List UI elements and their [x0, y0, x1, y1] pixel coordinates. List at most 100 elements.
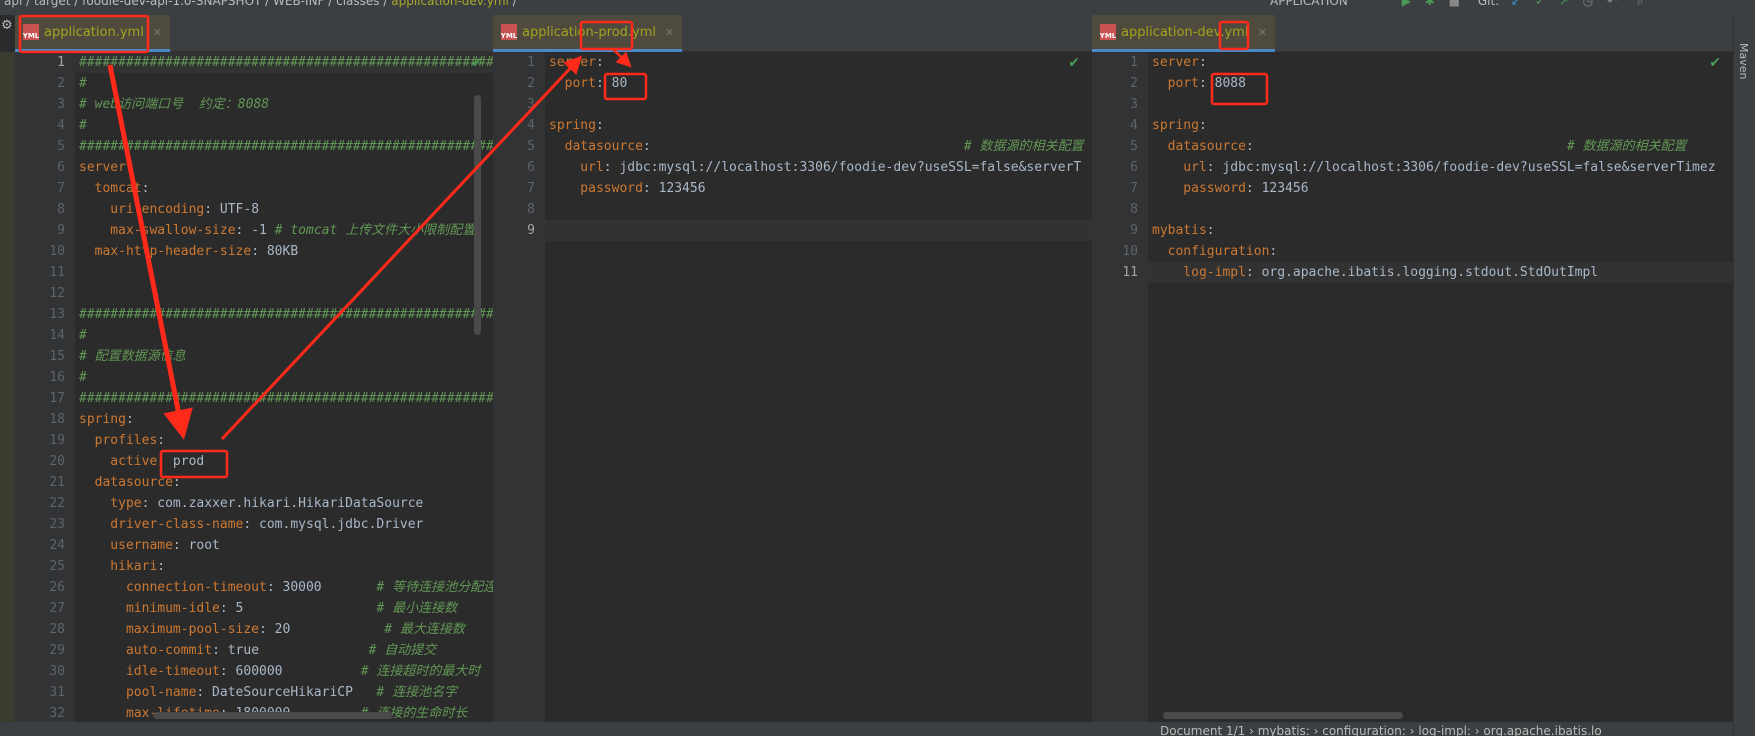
code-token: # 连接超时的最大时 — [360, 664, 481, 679]
code-token: tomcat — [79, 181, 142, 196]
code-token: : 600000 — [219, 664, 361, 679]
no-problems-check-icon[interactable]: ✔ — [471, 55, 483, 71]
rollback-icon[interactable]: ↶ — [1607, 0, 1617, 8]
close-tab-icon[interactable]: ✕ — [665, 26, 674, 39]
code-line: datasource: — [75, 472, 493, 493]
line-number: 7 — [1130, 181, 1138, 196]
right-tool-bar: Maven — [1733, 15, 1755, 736]
line-number-gutter: 1 2 3 4 5 6 7 8 9 10 11 — [1092, 52, 1148, 722]
code-line: log-impl: org.apache.ibatis.logging.stdo… — [1148, 262, 1733, 283]
run-icon[interactable]: ▶ — [1402, 0, 1411, 8]
breadcrumb-item[interactable]: target — [34, 0, 71, 8]
code-token: : 8088 — [1198, 76, 1246, 91]
breadcrumb-file[interactable]: application-dev.yml — [391, 0, 509, 8]
code-token: # — [79, 118, 87, 133]
breadcrumb-item[interactable]: foodie-dev-api-1.0-SNAPSHOT — [82, 0, 261, 8]
tab-label: application.yml — [44, 24, 144, 40]
code-token: max-http-header-size — [79, 244, 252, 259]
code-token: : prod — [157, 454, 205, 469]
line-number: 16 — [49, 370, 65, 385]
breadcrumb: api / target / foodie-dev-api-1.0-SNAPSH… — [4, 0, 517, 7]
project-panel-strip[interactable] — [0, 52, 15, 722]
line-number: 10 — [49, 244, 65, 259]
maven-tool-button[interactable]: Maven — [1737, 43, 1750, 79]
line-number: 23 — [49, 517, 65, 532]
line-number: 28 — [49, 622, 65, 637]
line-number: 21 — [49, 475, 65, 490]
line-number: 4 — [527, 118, 535, 133]
code-token: # 数据源的相关配置 — [1566, 139, 1687, 154]
no-problems-check-icon[interactable]: ✔ — [1068, 55, 1080, 71]
horizontal-scrollbar[interactable] — [152, 712, 393, 719]
vertical-scrollbar[interactable] — [474, 95, 481, 335]
gear-icon[interactable]: ⚙ — [1, 18, 13, 33]
code-token: # — [79, 76, 87, 91]
code-token: # 自动提交 — [368, 643, 437, 658]
code-token: spring — [1152, 118, 1199, 133]
close-tab-icon[interactable]: ✕ — [1257, 26, 1266, 39]
update-icon[interactable]: ↙ — [1511, 0, 1521, 8]
commit-icon[interactable]: ✓ — [1535, 0, 1545, 8]
code-token: : 80KB — [251, 244, 299, 259]
code-line: maximum-pool-size: 20 # 最大连接数 — [75, 619, 493, 640]
code-token: max-swallow-size — [79, 223, 236, 238]
breadcrumb-item[interactable]: WEB-INF — [273, 0, 324, 8]
run-config-select[interactable]: APPLICATION — [1270, 0, 1348, 8]
code-token: : — [595, 55, 604, 70]
code-line: profiles: — [75, 430, 493, 451]
line-number: 22 — [49, 496, 65, 511]
debug-icon[interactable]: ✱ — [1425, 0, 1435, 8]
code-line: max-swallow-size: -1 # tomcat 上传文件大小限制配置 — [75, 220, 493, 241]
code-line — [545, 220, 1092, 241]
push-icon[interactable]: ↗ — [1559, 0, 1569, 8]
code-token: : DateSourceHikariCP — [196, 685, 377, 700]
no-problems-check-icon[interactable]: ✔ — [1709, 55, 1721, 71]
code-editor[interactable]: server: port: 80 spring: datasource: # 数据… — [545, 52, 1092, 722]
code-token: : — [157, 433, 166, 448]
code-token: port — [1152, 76, 1199, 91]
breadcrumb-item[interactable]: classes — [336, 0, 379, 8]
code-token: : — [1206, 223, 1215, 238]
line-number: 11 — [49, 265, 65, 280]
horizontal-scrollbar[interactable] — [1163, 712, 1403, 719]
editor-tab[interactable]: YML application.yml ✕ — [15, 15, 171, 52]
code-token: hikari — [79, 559, 158, 574]
code-line: uri-encoding: UTF-8 — [75, 199, 493, 220]
editor-tab[interactable]: YML application-prod.yml ✕ — [493, 15, 683, 52]
code-line: max-http-header-size: 80KB — [75, 241, 493, 262]
line-number: 17 — [49, 391, 65, 406]
code-editor[interactable]: server: port: 8088 spring: datasource: # … — [1148, 52, 1733, 722]
breadcrumb-item[interactable]: api — [4, 0, 22, 8]
code-token: ########################################… — [79, 307, 493, 322]
yaml-file-icon: YML — [501, 24, 517, 40]
code-token: uri-encoding — [79, 202, 205, 217]
code-token: profiles — [79, 433, 158, 448]
code-token: : 20 — [259, 622, 385, 637]
history-icon[interactable]: ◷ — [1583, 0, 1593, 8]
code-editor[interactable]: ########################################… — [75, 52, 493, 722]
code-line: # web访问端口号 约定：8088 — [75, 94, 493, 115]
code-token: : 80 — [595, 76, 628, 91]
code-token: : — [1245, 139, 1567, 154]
code-token: : 123456 — [642, 181, 706, 196]
code-token: spring — [79, 412, 126, 427]
code-token: url — [1152, 160, 1207, 175]
editor-tab[interactable]: YML application-dev.yml ✕ — [1092, 15, 1275, 52]
structure-breadcrumb[interactable]: Document 1/1 › mybatis: › configuration:… — [1160, 724, 1602, 736]
line-number: 24 — [49, 538, 65, 553]
code-token: : com.mysql.jdbc.Driver — [243, 517, 424, 532]
code-token: server — [549, 55, 596, 70]
line-number: 2 — [527, 76, 535, 91]
line-number: 26 — [49, 580, 65, 595]
line-number: 14 — [49, 328, 65, 343]
line-number: 5 — [527, 139, 535, 154]
code-token: : — [1198, 55, 1207, 70]
stop-icon[interactable]: ■ — [1449, 0, 1460, 8]
close-tab-icon[interactable]: ✕ — [153, 26, 162, 39]
line-number: 15 — [49, 349, 65, 364]
code-line: url: jdbc:mysql://localhost:3306/foodie-… — [1148, 157, 1733, 178]
search-icon[interactable]: ⌕ — [1637, 0, 1644, 8]
